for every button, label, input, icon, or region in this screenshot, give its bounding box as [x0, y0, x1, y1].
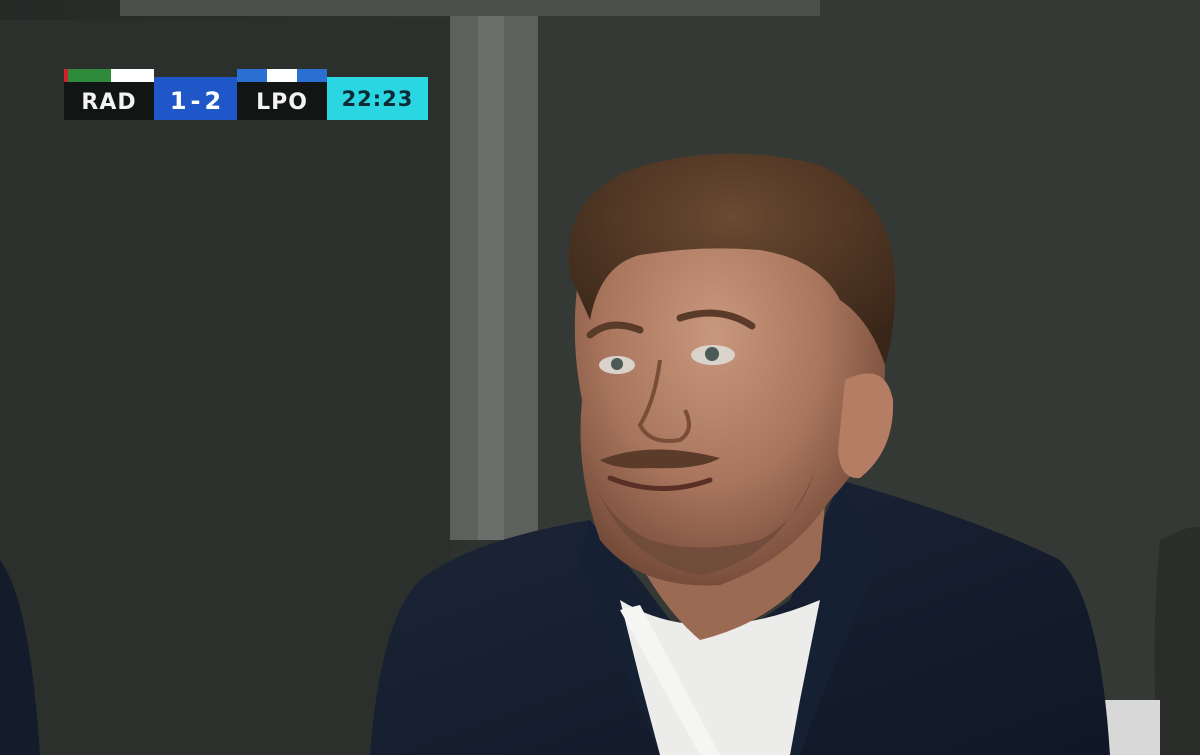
- home-kit-colors: [64, 69, 154, 82]
- right-neighbor-silhouette: [1154, 526, 1200, 755]
- score-separator: -: [190, 87, 201, 115]
- match-clock: 22:23: [327, 77, 428, 120]
- away-kit-colors: [237, 69, 327, 82]
- home-score: 1: [169, 87, 187, 115]
- glass-panel-left: [0, 20, 450, 755]
- pillar-highlight: [478, 0, 504, 540]
- right-iris: [705, 347, 719, 361]
- away-score: 2: [204, 87, 222, 115]
- left-iris: [611, 358, 623, 370]
- top-light-strip: [120, 0, 820, 16]
- away-team-block: LPO: [237, 69, 327, 120]
- home-team-name: RAD: [81, 90, 137, 115]
- away-team-name: LPO: [256, 90, 308, 115]
- home-team-block: RAD: [64, 69, 154, 120]
- score-panel: 1 - 2: [154, 77, 237, 120]
- scoreboard: RAD 1 - 2 LPO 22:23: [64, 69, 428, 120]
